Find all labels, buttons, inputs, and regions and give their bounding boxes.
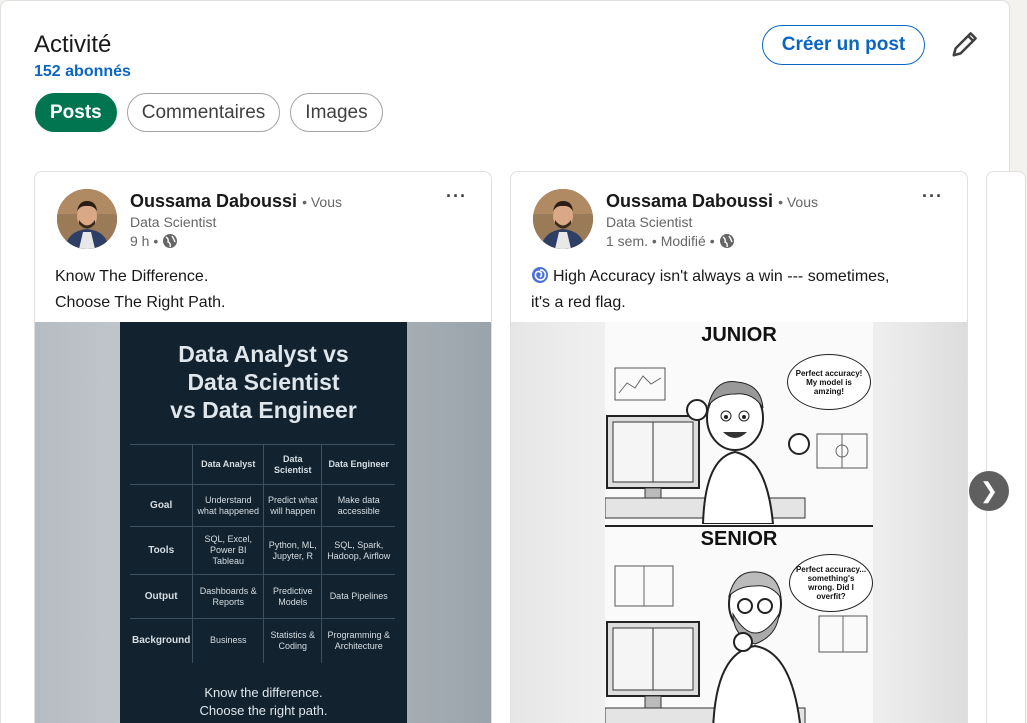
globe-icon <box>163 234 178 248</box>
table-cell: Make data accessible <box>321 484 395 527</box>
author-name[interactable]: Oussama Daboussi • Vous <box>606 191 818 212</box>
author-role: Data Scientist <box>606 214 693 230</box>
divider <box>605 525 873 527</box>
row-header: Goal <box>130 484 193 527</box>
table-cell: Predictive Models <box>263 574 322 619</box>
post-image[interactable]: Data Analyst vs Data Scientist vs Data E… <box>35 322 491 723</box>
row-header: Background <box>130 618 193 663</box>
post-text-line: Know The Difference. <box>55 268 209 285</box>
table-cell: SQL, Spark, Hadoop, Airflow <box>321 526 395 575</box>
ellipsis-icon[interactable]: ··· <box>922 186 943 207</box>
comic-image: JUNIOR Perfect accuracy! My model is amz… <box>605 322 873 723</box>
avatar[interactable] <box>57 189 117 249</box>
author-name[interactable]: Oussama Daboussi • Vous <box>130 191 342 212</box>
page-title: Activité <box>34 31 112 58</box>
you-badge: • Vous <box>302 194 343 210</box>
tab-comments[interactable]: Commentaires <box>126 93 281 132</box>
ellipsis-icon[interactable]: ··· <box>446 186 467 207</box>
table-cell: SQL, Excel, Power BI Tableau <box>192 526 264 575</box>
tab-posts[interactable]: Posts <box>35 93 117 132</box>
tab-images[interactable]: Images <box>290 93 383 132</box>
table-cell: Programming & Architecture <box>321 618 395 663</box>
post-text-line: it's a red flag. <box>531 294 626 311</box>
author-name-text[interactable]: Oussama Daboussi <box>606 191 773 211</box>
globe-icon <box>719 234 734 248</box>
infographic-footer-line: Know the difference. <box>204 685 323 700</box>
junior-title: JUNIOR <box>701 324 777 346</box>
activity-card: Activité 152 abonnés Créer un post Posts… <box>0 0 1026 723</box>
post-card[interactable]: Oussama Daboussi • Vous Data Scientist 1… <box>510 171 968 723</box>
column-header: Data Scientist <box>263 444 322 485</box>
post-meta: 9 h • <box>130 233 178 249</box>
senior-title: SENIOR <box>700 528 778 550</box>
infographic: Data Analyst vs Data Scientist vs Data E… <box>120 322 407 723</box>
senior-speech-bubble: Perfect accuracy... something's wrong. D… <box>789 554 873 612</box>
pencil-icon[interactable] <box>950 29 980 59</box>
post-text: Know The Difference. Choose The Right Pa… <box>55 264 475 316</box>
column-header: Data Analyst <box>192 444 264 485</box>
row-header: Tools <box>130 526 193 575</box>
post-image[interactable]: JUNIOR Perfect accuracy! My model is amz… <box>511 322 967 723</box>
corner-cell <box>130 444 193 485</box>
infographic-title: Data Analyst vs Data Scientist vs Data E… <box>120 340 407 424</box>
table-cell: Understand what happened <box>192 484 264 527</box>
infographic-title-line: Data Scientist <box>187 369 340 395</box>
post-card[interactable]: Oussama Daboussi • Vous Data Scientist 9… <box>34 171 492 723</box>
cyclone-emoji-icon <box>532 267 548 283</box>
post-text-line: Choose The Right Path. <box>55 294 226 311</box>
author-name-text[interactable]: Oussama Daboussi <box>130 191 297 211</box>
comparison-table: Data Analyst Data Scientist Data Enginee… <box>130 444 395 663</box>
column-header: Data Engineer <box>321 444 395 485</box>
post-time: 1 sem. • Modifié • <box>606 233 715 249</box>
junior-speech-bubble: Perfect accuracy! My model is amzing! <box>787 354 871 410</box>
infographic-title-line: vs Data Engineer <box>170 397 357 423</box>
table-cell: Statistics & Coding <box>263 618 322 663</box>
post-meta: 1 sem. • Modifié • <box>606 233 735 249</box>
chevron-right-icon[interactable]: ❯ <box>969 471 1009 511</box>
post-text: High Accuracy isn't always a win --- som… <box>531 264 951 316</box>
table-cell: Predict what will happen <box>263 484 322 527</box>
infographic-title-line: Data Analyst vs <box>178 341 349 367</box>
post-text-line: High Accuracy isn't always a win --- som… <box>531 264 951 290</box>
post-card-partial[interactable] <box>986 171 1026 723</box>
infographic-footer: Know the difference. Choose the right pa… <box>120 684 407 720</box>
table-cell: Dashboards & Reports <box>192 574 264 619</box>
avatar[interactable] <box>533 189 593 249</box>
activity-tabs: Posts Commentaires Images <box>35 93 383 132</box>
table-cell: Data Pipelines <box>321 574 395 619</box>
you-badge: • Vous <box>778 194 819 210</box>
author-role: Data Scientist <box>130 214 217 230</box>
create-post-button[interactable]: Créer un post <box>762 25 925 65</box>
row-header: Output <box>130 574 193 619</box>
post-time: 9 h • <box>130 233 159 249</box>
table-cell: Business <box>192 618 264 663</box>
infographic-footer-line: Choose the right path. <box>199 703 328 718</box>
table-cell: Python, ML, Jupyter, R <box>263 526 322 575</box>
post-text-line-content: High Accuracy isn't always a win --- som… <box>553 268 890 285</box>
followers-link[interactable]: 152 abonnés <box>34 63 131 81</box>
